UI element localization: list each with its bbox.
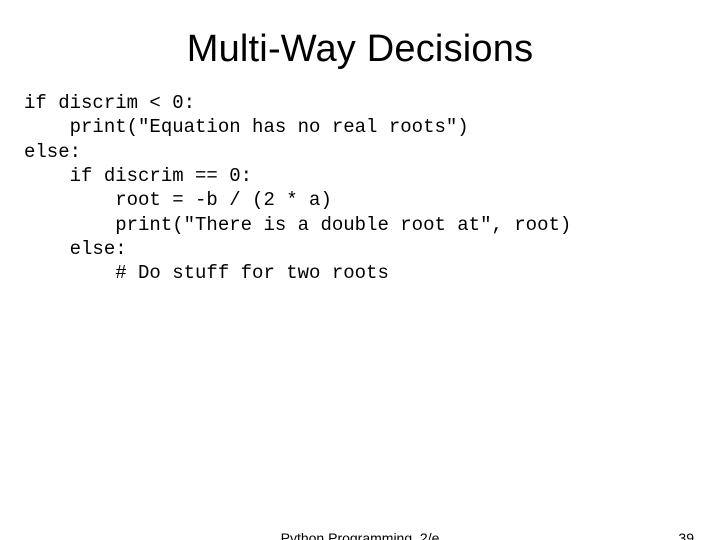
code-block: if discrim < 0: print("Equation has no r… bbox=[24, 91, 696, 286]
footer-book: Python Programming, 2/e bbox=[0, 530, 720, 540]
footer-page-number: 39 bbox=[678, 530, 694, 540]
slide-title: Multi-Way Decisions bbox=[0, 28, 720, 71]
code-line: else: bbox=[24, 238, 127, 260]
code-line: print("There is a double root at", root) bbox=[24, 214, 571, 236]
code-line: print("Equation has no real roots") bbox=[24, 116, 469, 138]
code-line: root = -b / (2 * a) bbox=[24, 189, 332, 211]
slide: Multi-Way Decisions if discrim < 0: prin… bbox=[0, 28, 720, 540]
code-line: # Do stuff for two roots bbox=[24, 262, 389, 284]
code-line: if discrim == 0: bbox=[24, 165, 252, 187]
code-line: if discrim < 0: bbox=[24, 92, 195, 114]
code-line: else: bbox=[24, 141, 81, 163]
